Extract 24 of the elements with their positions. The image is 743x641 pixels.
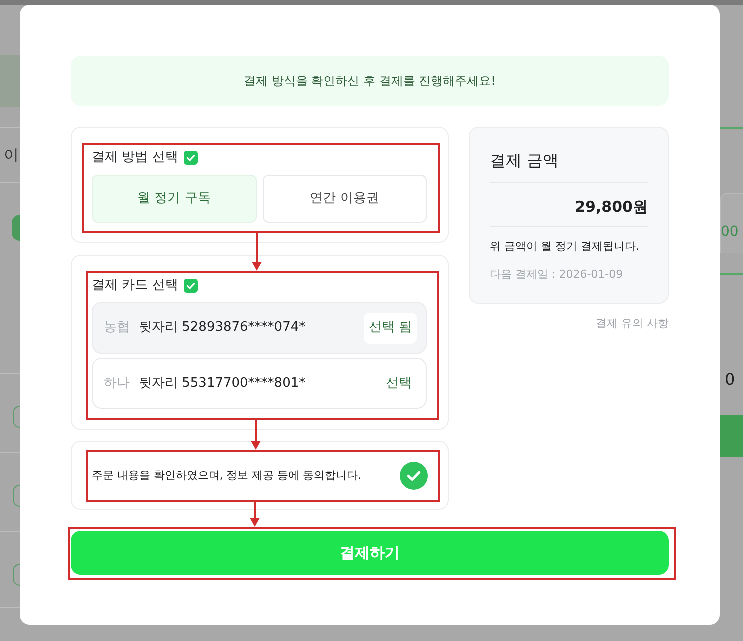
plan-option[interactable]: 월 정기 구독 <box>92 175 256 223</box>
button-edge <box>720 415 743 457</box>
select-button[interactable]: 선택 됨 <box>364 312 417 344</box>
price-text: 0 <box>724 370 736 390</box>
card-number: 뒷자리 55317700****801* <box>139 374 306 393</box>
select-button[interactable]: 선택 <box>381 368 417 399</box>
section-title: 결제 방법 선택 <box>92 149 178 167</box>
plan-option[interactable]: 연간 이용권 <box>262 175 427 223</box>
section-title: 결제 카드 선택 <box>92 277 178 295</box>
card-row[interactable]: 하나 뒷자리 55317700****801* 선택 <box>92 358 427 409</box>
bank-name: 농협 <box>104 319 130 338</box>
next-date-text: 다음 결제일 : 2026-01-09 <box>490 267 624 283</box>
summary-title: 결제 금액 <box>490 151 648 183</box>
label-text: 이 <box>3 146 19 164</box>
agreement-text: 주문 내용을 확인하였으며, 정보 제공 등에 동의합니다. <box>92 468 362 484</box>
billing-note: 위 금액이 월 정기 결제됩니다. <box>490 239 640 255</box>
amount-text: 29,800원 <box>490 183 648 227</box>
info-banner: 결제 방식을 확인하신 후 결제를 진행해주세요! <box>71 56 669 106</box>
price-text: 00 <box>721 224 740 240</box>
check-circle-icon[interactable] <box>400 462 428 490</box>
card-number: 뒷자리 52893876****074* <box>139 319 306 338</box>
header-band <box>0 55 20 107</box>
bank-name: 하나 <box>104 374 130 393</box>
card-row[interactable]: 농협 뒷자리 52893876****074* 선택 됨 <box>92 302 427 354</box>
